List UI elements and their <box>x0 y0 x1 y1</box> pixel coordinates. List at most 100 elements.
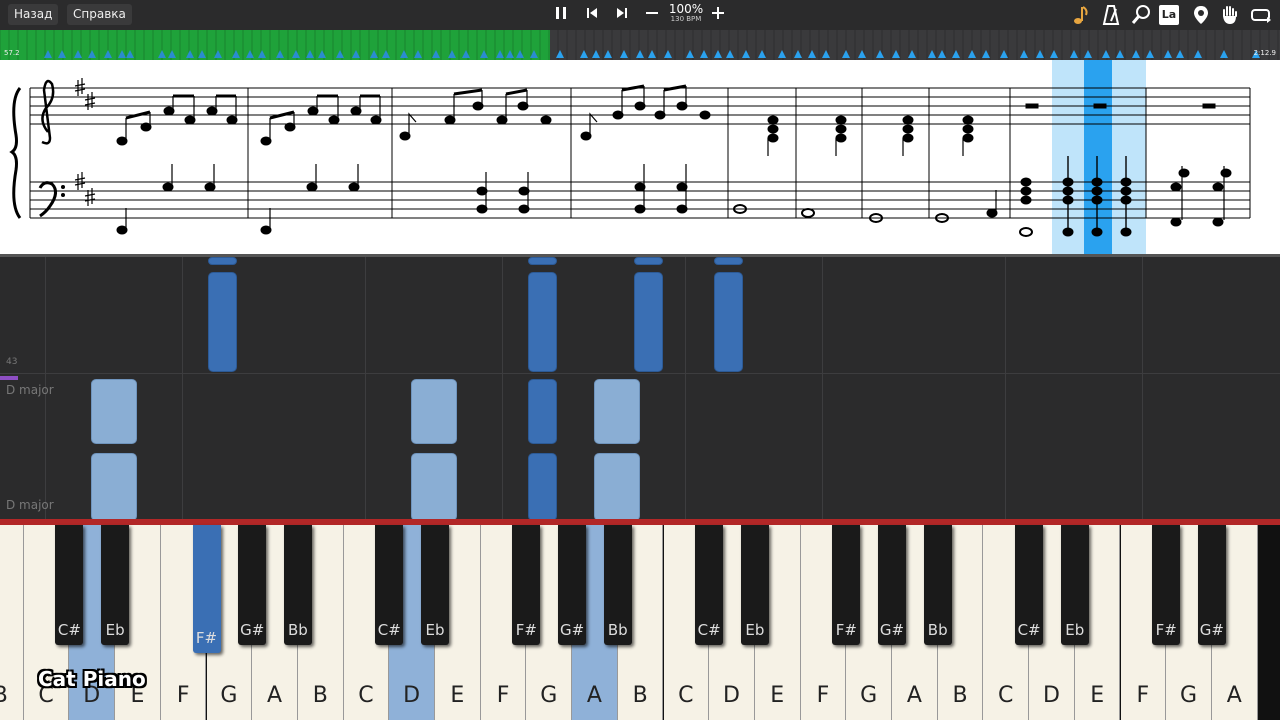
piano-keyboard[interactable]: BCDEFGABCDEFGABCDEFGABCDEFGA BbC#EbF#G#B… <box>0 519 1280 720</box>
black-key-f-sharp[interactable]: F# <box>832 525 861 645</box>
key-label: G# <box>240 621 265 639</box>
progress-marker <box>214 50 222 58</box>
white-key-b[interactable]: B <box>0 525 24 720</box>
key-label: Eb <box>105 621 125 639</box>
progress-marker <box>580 50 588 58</box>
black-key-f-sharp[interactable]: F# <box>192 525 221 653</box>
progress-marker <box>370 50 378 58</box>
song-progress-bar[interactable]: 57.2 2:12.9 <box>0 30 1280 60</box>
progress-marker <box>104 50 112 58</box>
key-label: Eb <box>425 621 445 639</box>
falling-note <box>528 453 557 519</box>
progress-marker <box>604 50 612 58</box>
black-key-f-sharp[interactable]: F# <box>512 525 541 645</box>
progress-marker <box>382 50 390 58</box>
help-button[interactable]: Справка <box>67 4 132 25</box>
key-label: F# <box>515 621 537 639</box>
key-signature-label: D major <box>6 383 54 397</box>
progress-marker <box>1036 50 1044 58</box>
key-label: E <box>450 683 465 708</box>
black-key-f-sharp[interactable]: F# <box>1152 525 1181 645</box>
progress-marker <box>1020 50 1028 58</box>
cat-piano-watermark: Cat Piano <box>38 667 146 691</box>
black-key-g-sharp[interactable]: G# <box>1197 525 1226 645</box>
search-icon[interactable] <box>1130 4 1152 26</box>
progress-marker <box>664 50 672 58</box>
key-label: Eb <box>745 621 765 639</box>
progress-marker <box>1132 50 1140 58</box>
progress-marker <box>496 50 504 58</box>
plus-icon[interactable] <box>708 3 728 27</box>
black-key-c-sharp[interactable]: C# <box>55 525 84 645</box>
progress-marker <box>168 50 176 58</box>
key-label: G <box>540 683 558 708</box>
key-label: A <box>586 683 602 708</box>
progress-marker <box>842 50 850 58</box>
black-key-c-sharp[interactable]: C# <box>1015 525 1044 645</box>
falling-note <box>208 272 237 372</box>
progress-marker <box>892 50 900 58</box>
black-key-c-sharp[interactable]: C# <box>695 525 724 645</box>
black-key-bb[interactable]: Bb <box>923 525 952 645</box>
progress-marker <box>726 50 734 58</box>
progress-marker <box>462 50 470 58</box>
key-label: F <box>816 683 830 708</box>
key-label: Bb <box>607 621 628 639</box>
progress-marker <box>414 50 422 58</box>
progress-marker <box>648 50 656 58</box>
progress-marker <box>808 50 816 58</box>
key-label: C# <box>377 621 401 639</box>
key-label: B <box>0 683 8 708</box>
black-key-g-sharp[interactable]: G# <box>878 525 906 645</box>
key-label: B <box>632 683 648 708</box>
black-key-bb[interactable]: Bb <box>603 525 632 645</box>
black-key-bb[interactable]: Bb <box>283 525 312 645</box>
progress-marker <box>1102 50 1110 58</box>
key-label: G# <box>559 621 585 639</box>
black-key-eb[interactable]: Eb <box>740 525 769 645</box>
progress-marker <box>58 50 66 58</box>
progress-markers <box>0 30 1279 60</box>
key-signature-label: D major <box>6 498 54 512</box>
black-key-eb[interactable]: Eb <box>421 525 449 645</box>
prev-icon[interactable] <box>582 3 602 27</box>
progress-marker <box>982 50 990 58</box>
progress-marker <box>246 50 254 58</box>
key-label: F# <box>835 621 857 639</box>
progress-marker <box>592 50 600 58</box>
key-label: C <box>998 683 1014 708</box>
progress-marker <box>118 50 126 58</box>
sheet-music[interactable] <box>0 60 1280 257</box>
falling-note <box>634 257 663 265</box>
black-key-eb[interactable]: Eb <box>101 525 130 645</box>
progress-marker <box>1050 50 1058 58</box>
black-key-c-sharp[interactable]: C# <box>375 525 404 645</box>
key-label: G <box>860 683 878 708</box>
loop-icon[interactable] <box>1249 4 1271 26</box>
progress-marker <box>516 50 524 58</box>
note-icon[interactable] <box>1070 4 1092 26</box>
pin-icon[interactable] <box>1190 4 1212 26</box>
progress-marker <box>714 50 722 58</box>
progress-marker <box>276 50 284 58</box>
back-button[interactable]: Назад <box>8 4 59 25</box>
progress-marker <box>306 50 314 58</box>
black-key-g-sharp[interactable]: G# <box>238 525 267 645</box>
key-label: A <box>267 683 283 708</box>
falling-note <box>528 272 557 372</box>
hand-icon[interactable] <box>1219 4 1241 26</box>
progress-marker <box>1084 50 1092 58</box>
label-icon[interactable]: La <box>1159 5 1179 25</box>
key-label: Bb <box>927 621 948 639</box>
falling-note <box>208 257 237 265</box>
progress-marker <box>876 50 884 58</box>
metronome-icon[interactable] <box>1100 4 1122 26</box>
pause-icon[interactable] <box>551 3 571 27</box>
black-key-g-sharp[interactable]: G# <box>558 525 587 645</box>
black-key-eb[interactable]: Eb <box>1060 525 1089 645</box>
minus-icon[interactable] <box>642 3 662 27</box>
progress-marker <box>432 50 440 58</box>
falling-note <box>594 453 640 519</box>
key-label: A <box>1226 683 1242 708</box>
next-icon[interactable] <box>612 3 632 27</box>
